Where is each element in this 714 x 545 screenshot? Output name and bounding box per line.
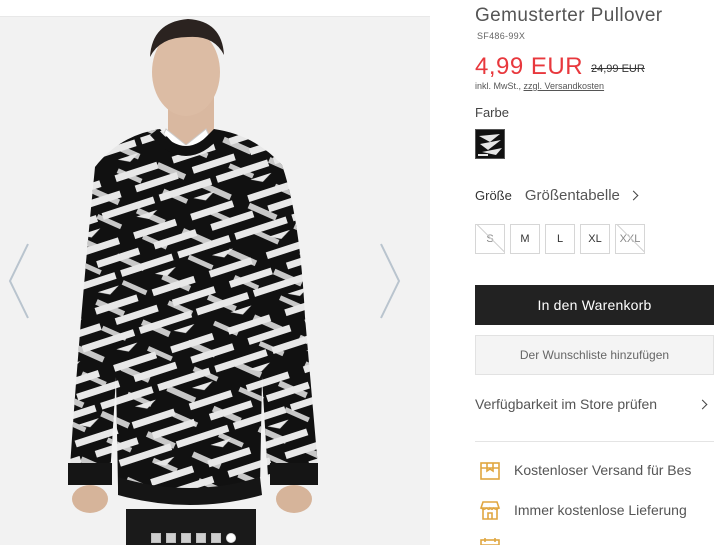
size-options: S M L XL XXL xyxy=(475,224,645,254)
size-chart-label: Größentabelle xyxy=(524,187,620,204)
gallery-dot[interactable] xyxy=(196,533,206,543)
product-sku: SF486-99X xyxy=(477,31,526,41)
chevron-right-icon xyxy=(380,243,401,319)
benefit-text: Kostenloser Versand für Bes xyxy=(514,462,692,478)
size-option-l[interactable]: L xyxy=(545,224,575,254)
section-divider xyxy=(475,441,714,442)
chevron-right-icon xyxy=(697,399,708,409)
gallery-dot[interactable] xyxy=(211,533,221,543)
size-option-s[interactable]: S xyxy=(475,224,505,254)
color-swatch[interactable] xyxy=(475,129,505,159)
size-chart-link[interactable]: Größentabelle xyxy=(524,187,639,204)
add-to-wishlist-button[interactable]: Der Wunschliste hinzufügen xyxy=(475,335,714,375)
size-option-xl[interactable]: XL xyxy=(580,224,610,254)
size-header: Größe Größentabelle xyxy=(475,187,639,204)
benefit-free-delivery: Immer kostenlose Lieferung xyxy=(479,499,687,521)
gallery-prev-arrow[interactable] xyxy=(6,242,32,320)
tax-text: inkl. MwSt., xyxy=(475,81,524,91)
product-title: Gemusterter Pullover xyxy=(475,5,663,26)
benefit-text: Immer kostenlose Lieferung xyxy=(514,502,687,518)
gallery-dot[interactable] xyxy=(181,533,191,543)
shipping-costs-link[interactable]: zzgl. Versandkosten xyxy=(524,81,605,91)
chevron-left-icon xyxy=(8,243,29,319)
store-icon xyxy=(479,501,501,520)
product-photo xyxy=(0,17,430,545)
store-availability-link[interactable]: Verfügbarkeit im Store prüfen xyxy=(475,396,714,412)
old-price: 24,99 EUR xyxy=(591,63,645,75)
product-gallery[interactable] xyxy=(0,17,430,545)
package-icon xyxy=(480,462,500,480)
color-label: Farbe xyxy=(475,105,509,120)
store-availability-label: Verfügbarkeit im Store prüfen xyxy=(475,396,658,412)
benefit-more xyxy=(479,536,501,545)
chevron-right-icon xyxy=(628,190,639,201)
product-info-panel: Gemusterter Pullover SF486-99X 4,99 EUR … xyxy=(475,0,714,545)
size-label: Größe xyxy=(475,188,512,203)
gallery-dot[interactable] xyxy=(151,533,161,543)
zigzag-pattern-swatch-icon xyxy=(476,130,504,158)
current-price: 4,99 EUR xyxy=(475,53,584,80)
gallery-dot-active[interactable] xyxy=(226,533,236,543)
gallery-dot[interactable] xyxy=(166,533,176,543)
gallery-pagination xyxy=(151,533,236,543)
size-option-m[interactable]: M xyxy=(510,224,540,254)
calendar-icon xyxy=(480,538,500,545)
tax-info: inkl. MwSt., zzgl. Versandkosten xyxy=(475,81,604,91)
size-option-xxl[interactable]: XXL xyxy=(615,224,645,254)
gallery-next-arrow[interactable] xyxy=(377,242,403,320)
benefit-free-shipping: Kostenloser Versand für Bes xyxy=(479,459,691,481)
add-to-cart-button[interactable]: In den Warenkorb xyxy=(475,285,714,325)
